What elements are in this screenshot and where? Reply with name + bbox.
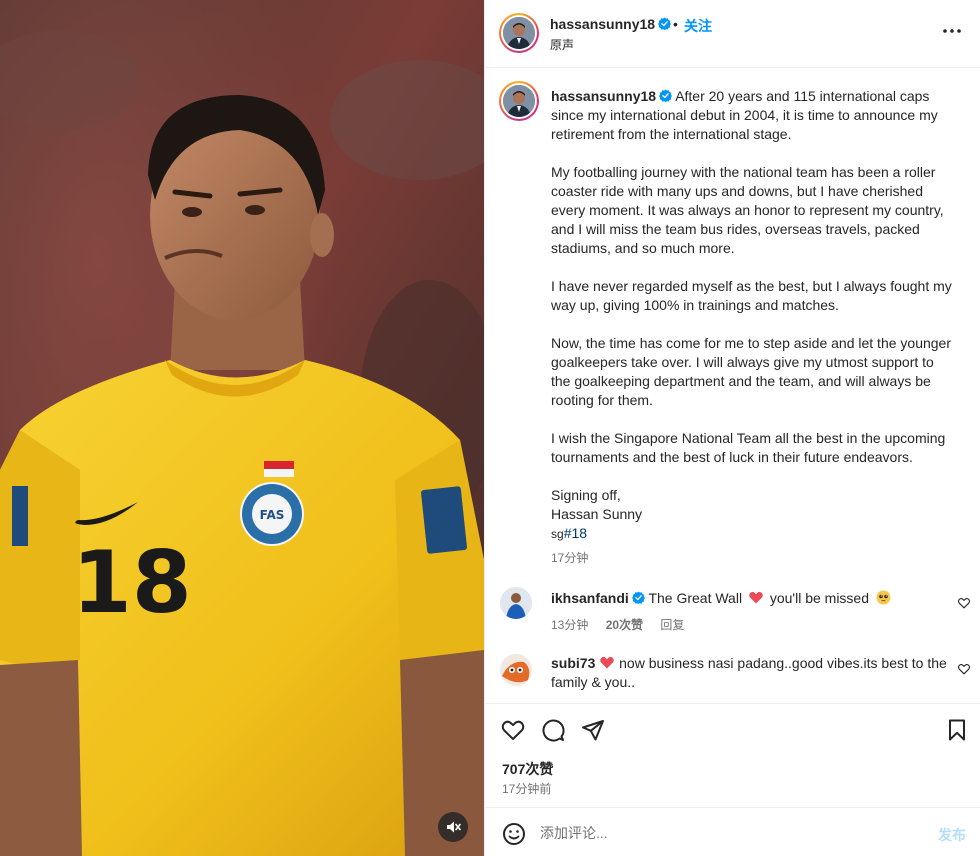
comment-like-heart-icon[interactable] [958,597,970,609]
follow-button[interactable]: 关注 [684,16,712,36]
commenter-avatar[interactable] [500,587,532,619]
post-media[interactable]: 18 FAS [0,0,484,856]
post-sidebar: hassansunny18 • 关注 原声 hassansunny18 Afte… [484,0,980,856]
comment-reply-button[interactable]: 回复 [660,618,684,632]
comment-meta: 13分钟 20次赞 回复 [551,616,698,633]
comment-input[interactable] [540,821,920,845]
author-avatar-image [503,17,535,49]
caption-author-avatar-image [503,85,535,117]
caption-username[interactable]: hassansunny18 [551,88,656,104]
fas-crest: FAS [240,482,304,546]
caption-sg-prefix: sg [551,527,564,541]
commenter-avatar-image [500,587,532,619]
post-actions: 707次赞 17分钟前 [485,703,980,807]
comment-bubble-icon[interactable] [541,718,565,742]
hashtag-link[interactable]: #18 [564,525,587,541]
comment-username[interactable]: subi73 [551,655,595,671]
caption-paragraph-5: I wish the Singapore National Team all t… [551,430,946,465]
original-audio-link[interactable]: 原声 [550,36,574,53]
comment-composer: 发布 [485,807,980,856]
comments-scroll-area[interactable]: hassansunny18 After 20 years and 115 int… [485,69,980,704]
emoji-picker-icon[interactable] [502,822,526,846]
author-username[interactable]: hassansunny18 [550,16,672,32]
caption-signoff-2: Hassan Sunny [551,506,643,522]
post-modal: 18 FAS hassansunny18 • 关注 原声 hassansunny… [0,0,980,856]
caption-paragraph-4: Now, the time has come for me to step as… [551,335,951,408]
comment-text: The Great Wall [648,590,743,606]
red-heart-emoji-icon [749,591,763,604]
comment-time: 13分钟 [551,618,589,632]
more-dots-icon [943,29,961,33]
like-count[interactable]: 707次赞 [502,759,553,779]
share-paper-plane-icon[interactable] [581,718,605,742]
separator-dot: • [673,16,678,32]
comment-like-heart-icon[interactable] [958,663,970,675]
comment-like-count[interactable]: 20次赞 [606,618,643,632]
more-options-button[interactable] [940,23,964,39]
commenter-avatar[interactable] [500,654,532,686]
post-timestamp: 17分钟前 [502,782,552,796]
speaker-muted-icon [447,821,461,833]
verified-badge-icon [631,591,645,604]
commenter-avatar-image [500,654,532,686]
svg-text:FAS: FAS [260,508,285,522]
like-heart-icon[interactable] [501,718,525,742]
red-heart-emoji-icon [600,656,615,669]
pleading-face-emoji-icon [876,590,891,605]
verified-badge-icon [659,89,673,102]
player-photo: 18 FAS [0,0,484,856]
caption-paragraph-3: I have never regarded myself as the best… [551,278,952,313]
comment-text-end: you'll be missed [769,590,870,606]
caption-paragraph-2: My footballing journey with the national… [551,164,944,256]
post-caption: hassansunny18 After 20 years and 115 int… [551,87,961,544]
mute-toggle-button[interactable] [438,812,468,842]
caption-signoff-1: Signing off, [551,487,621,503]
author-avatar[interactable] [499,13,539,53]
svg-text:18: 18 [72,533,192,633]
save-bookmark-icon[interactable] [945,718,969,742]
caption-author-avatar[interactable] [499,81,539,121]
comment-username[interactable]: ikhsanfandi [551,590,629,606]
post-comment-button[interactable]: 发布 [938,825,966,845]
verified-badge-icon [658,17,672,30]
caption-timestamp: 17分钟 [551,551,589,565]
post-header: hassansunny18 • 关注 原声 [485,0,980,68]
